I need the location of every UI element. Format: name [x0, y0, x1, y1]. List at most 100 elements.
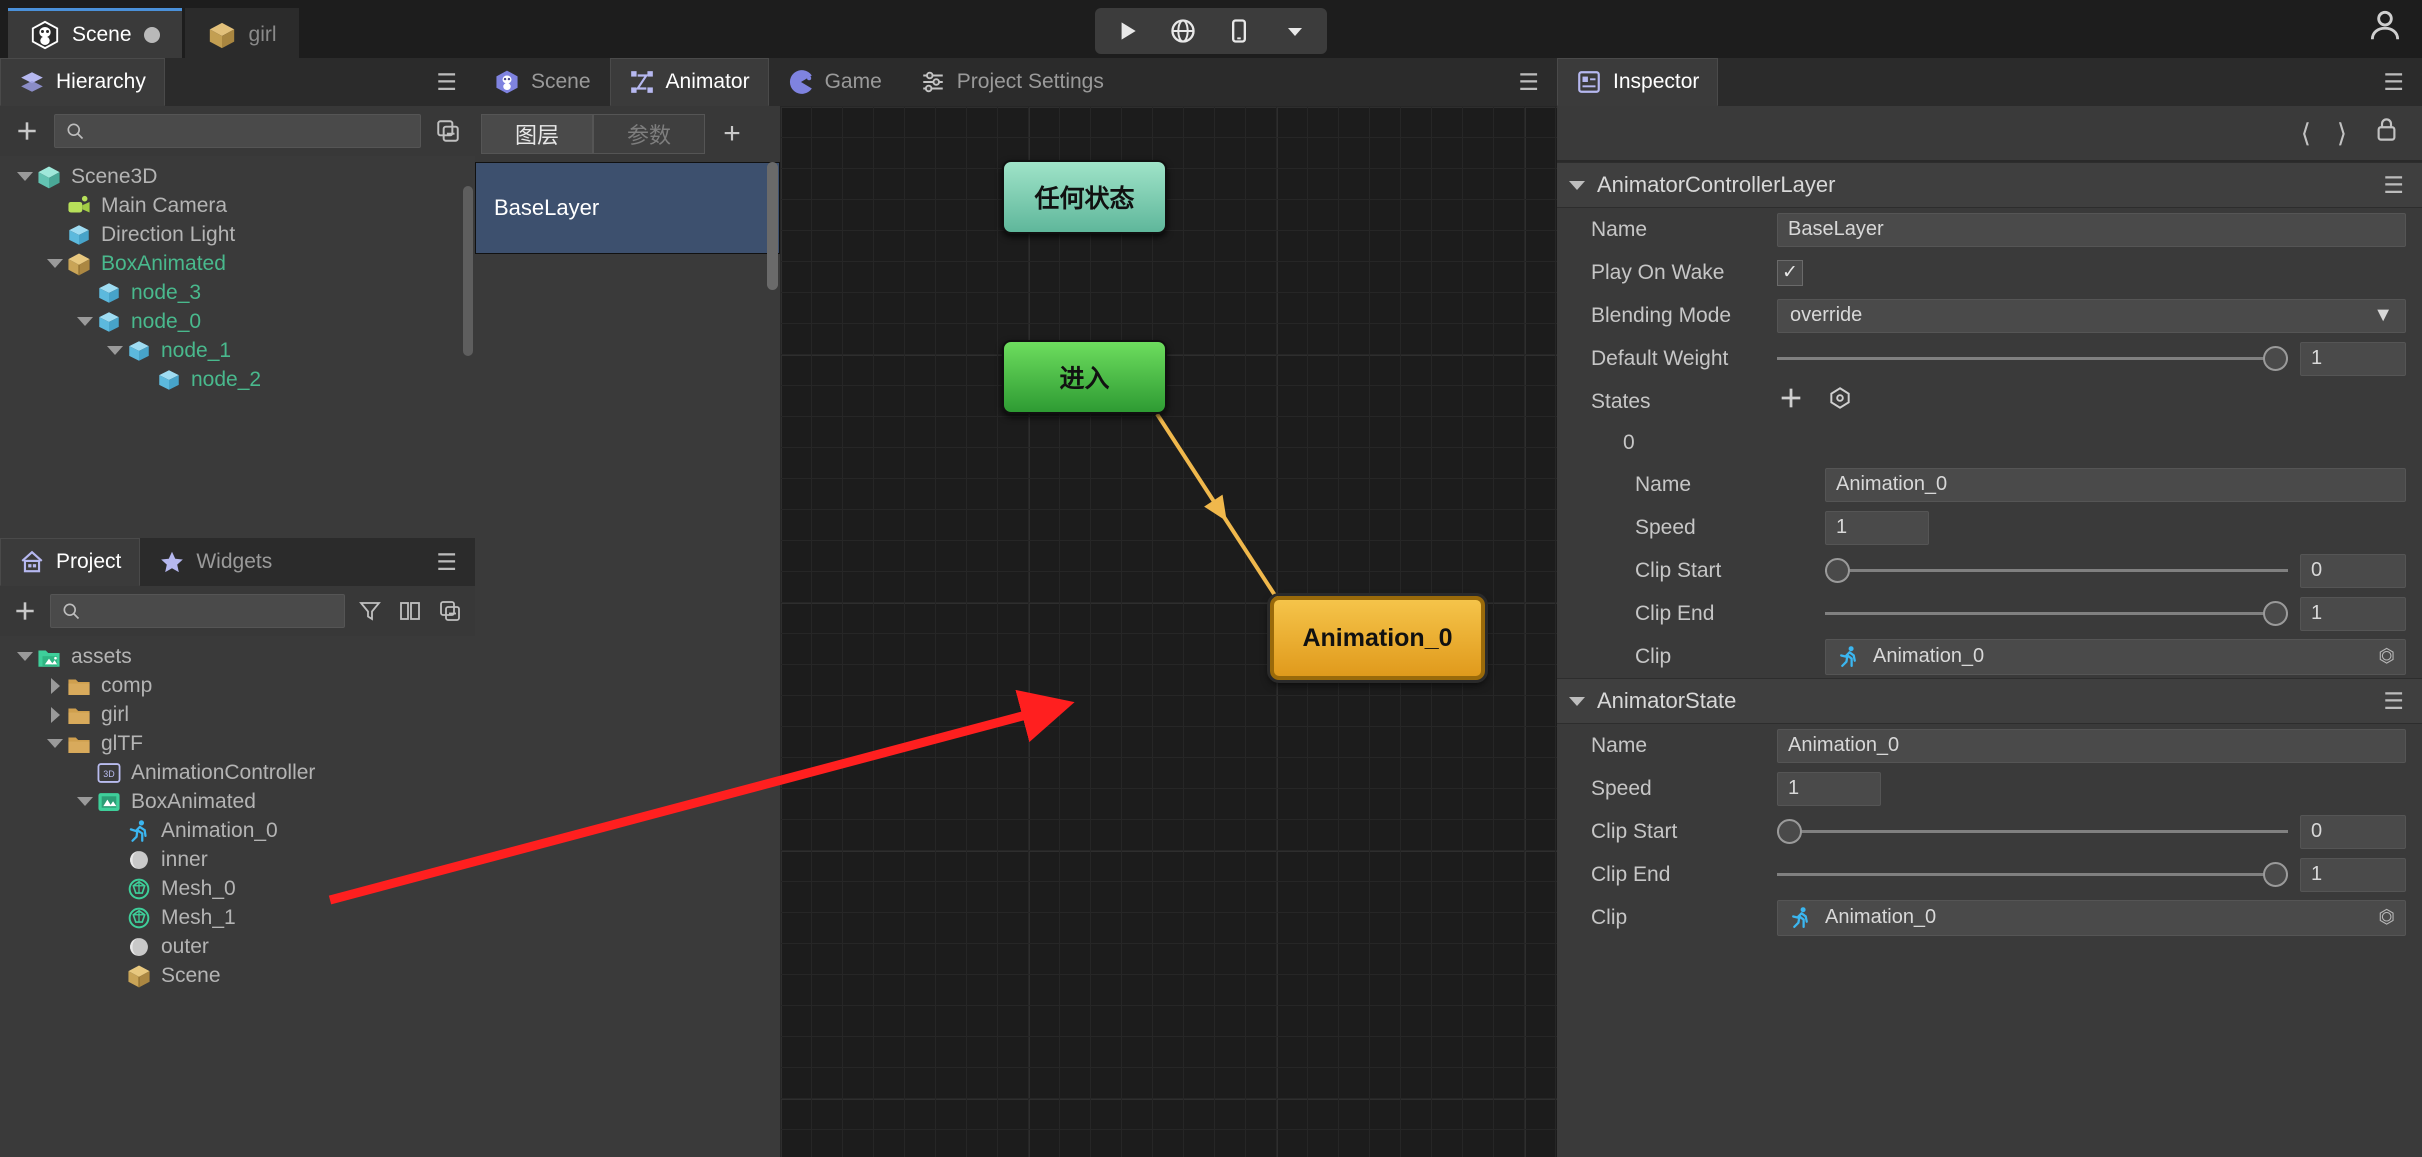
tree-row[interactable]: inner: [0, 845, 475, 874]
section-animator-state[interactable]: AnimatorState ☰: [1557, 678, 2422, 724]
animstate-speed-input[interactable]: 1: [1777, 772, 1881, 806]
preview-device-button[interactable]: [1211, 10, 1267, 52]
animator-menu-button[interactable]: ☰: [1500, 69, 1557, 96]
tab-hierarchy[interactable]: Hierarchy: [0, 58, 165, 106]
graph-node-any[interactable]: 任何状态: [1002, 160, 1167, 234]
states-locate-button[interactable]: [1827, 385, 1853, 418]
chevron-right-icon[interactable]: [51, 678, 60, 694]
default-weight-slider[interactable]: [1777, 342, 2288, 376]
animstate-clip-picker-icon[interactable]: ⏣: [2378, 906, 2395, 929]
tree-row[interactable]: Animation_0: [0, 816, 475, 845]
tab-animator[interactable]: Animator: [610, 58, 769, 106]
default-weight-input[interactable]: 1: [2300, 342, 2406, 376]
tab-layers[interactable]: 图层: [481, 114, 593, 154]
expand-toggle[interactable]: [44, 678, 66, 694]
tree-row[interactable]: comp: [0, 671, 475, 700]
tree-row[interactable]: BoxAnimated: [0, 787, 475, 816]
project-add-button[interactable]: [10, 594, 40, 628]
expand-toggle[interactable]: [74, 317, 96, 326]
state-clip-picker-icon[interactable]: ⏣: [2378, 645, 2395, 668]
preview-browser-button[interactable]: [1155, 10, 1211, 52]
section-animator-controller-layer[interactable]: AnimatorControllerLayer ☰: [1557, 162, 2422, 208]
preview-dropdown-button[interactable]: [1267, 10, 1323, 52]
animstate-name-input[interactable]: Animation_0: [1777, 729, 2406, 763]
tab-inspector[interactable]: Inspector: [1557, 58, 1718, 106]
hierarchy-collapse-button[interactable]: [431, 114, 465, 148]
project-menu-button[interactable]: ☰: [418, 549, 475, 576]
state-clip-start-input[interactable]: 0: [2300, 554, 2406, 588]
project-collapse-button[interactable]: [435, 594, 465, 628]
expand-toggle[interactable]: [104, 346, 126, 355]
tree-row[interactable]: 3DAnimationController: [0, 758, 475, 787]
chevron-down-icon[interactable]: [47, 739, 63, 748]
chevron-right-icon[interactable]: [51, 707, 60, 723]
chevron-down-icon[interactable]: [77, 797, 93, 806]
tree-row[interactable]: node_1: [0, 336, 475, 365]
animstate-clip-start-input[interactable]: 0: [2300, 815, 2406, 849]
tree-row[interactable]: Main Camera: [0, 191, 475, 220]
state-clip-end-slider[interactable]: [1825, 597, 2288, 631]
section-collapse-triangle[interactable]: [1569, 697, 1585, 706]
add-layer-button[interactable]: +: [705, 114, 759, 154]
layer-item-baselayer[interactable]: BaseLayer: [475, 162, 780, 254]
animstate-clip-field[interactable]: Animation_0 ⏣: [1777, 900, 2406, 936]
tree-row[interactable]: outer: [0, 932, 475, 961]
hierarchy-tree[interactable]: Scene3DMain CameraDirection LightBoxAnim…: [0, 156, 475, 538]
states-add-button[interactable]: [1777, 384, 1805, 419]
project-tab-scene[interactable]: Scene: [8, 8, 182, 58]
tree-row[interactable]: BoxAnimated: [0, 249, 475, 278]
animator-state-graph[interactable]: 任何状态进入Animation_0: [780, 106, 1557, 1157]
tab-widgets[interactable]: Widgets: [140, 538, 291, 586]
hierarchy-menu-button[interactable]: ☰: [418, 69, 475, 96]
hierarchy-search-box[interactable]: [54, 114, 421, 148]
tab-project[interactable]: Project: [0, 538, 140, 586]
project-search-box[interactable]: [50, 594, 345, 628]
tree-row[interactable]: node_2: [0, 365, 475, 394]
project-tab-girl[interactable]: girl: [185, 8, 299, 58]
layer-list-scrollbar[interactable]: [767, 162, 778, 290]
tree-row[interactable]: Mesh_1: [0, 903, 475, 932]
tree-row[interactable]: Direction Light: [0, 220, 475, 249]
state-name-input[interactable]: Animation_0: [1825, 468, 2406, 502]
blending-mode-select[interactable]: override ▼: [1777, 299, 2406, 333]
project-search-input[interactable]: [89, 600, 334, 622]
inspector-lock-button[interactable]: [2373, 116, 2400, 150]
inspector-back-button[interactable]: ⟨: [2301, 118, 2311, 149]
project-split-view-button[interactable]: [395, 594, 425, 628]
inspector-menu-button[interactable]: ☰: [2365, 69, 2422, 96]
chevron-down-icon[interactable]: [17, 172, 33, 181]
project-tree[interactable]: assetscompgirlglTF3DAnimationControllerB…: [0, 636, 475, 1157]
tree-row[interactable]: Scene3D: [0, 162, 475, 191]
expand-toggle[interactable]: [44, 707, 66, 723]
graph-node-enter[interactable]: 进入: [1002, 340, 1167, 414]
animstate-clip-end-slider[interactable]: [1777, 858, 2288, 892]
state-speed-input[interactable]: 1: [1825, 511, 1929, 545]
play-button[interactable]: [1099, 10, 1155, 52]
chevron-down-icon[interactable]: [47, 259, 63, 268]
tree-row[interactable]: girl: [0, 700, 475, 729]
account-button[interactable]: [2366, 6, 2404, 50]
chevron-down-icon[interactable]: [77, 317, 93, 326]
tree-row[interactable]: node_0: [0, 307, 475, 336]
tab-game[interactable]: Game: [769, 58, 901, 106]
hierarchy-add-button[interactable]: [10, 114, 44, 148]
play-on-wake-checkbox[interactable]: ✓: [1777, 260, 1803, 286]
expand-toggle[interactable]: [14, 172, 36, 181]
animstate-clip-start-slider[interactable]: [1777, 815, 2288, 849]
project-filter-button[interactable]: [355, 594, 385, 628]
tab-scene-view[interactable]: Scene: [475, 58, 610, 106]
hierarchy-scrollbar[interactable]: [463, 186, 473, 356]
expand-toggle[interactable]: [74, 797, 96, 806]
tab-parameters[interactable]: 参数: [593, 114, 705, 154]
expand-toggle[interactable]: [14, 652, 36, 661]
tab-project-settings[interactable]: Project Settings: [901, 58, 1123, 106]
layer-name-input[interactable]: BaseLayer: [1777, 213, 2406, 247]
chevron-down-icon[interactable]: [107, 346, 123, 355]
inspector-forward-button[interactable]: ⟩: [2337, 118, 2347, 149]
expand-toggle[interactable]: [44, 259, 66, 268]
state-clip-field[interactable]: Animation_0 ⏣: [1825, 639, 2406, 675]
state-clip-end-input[interactable]: 1: [2300, 597, 2406, 631]
tree-row[interactable]: assets: [0, 642, 475, 671]
section-menu-button[interactable]: ☰: [2365, 688, 2422, 715]
state-clip-start-slider[interactable]: [1825, 554, 2288, 588]
